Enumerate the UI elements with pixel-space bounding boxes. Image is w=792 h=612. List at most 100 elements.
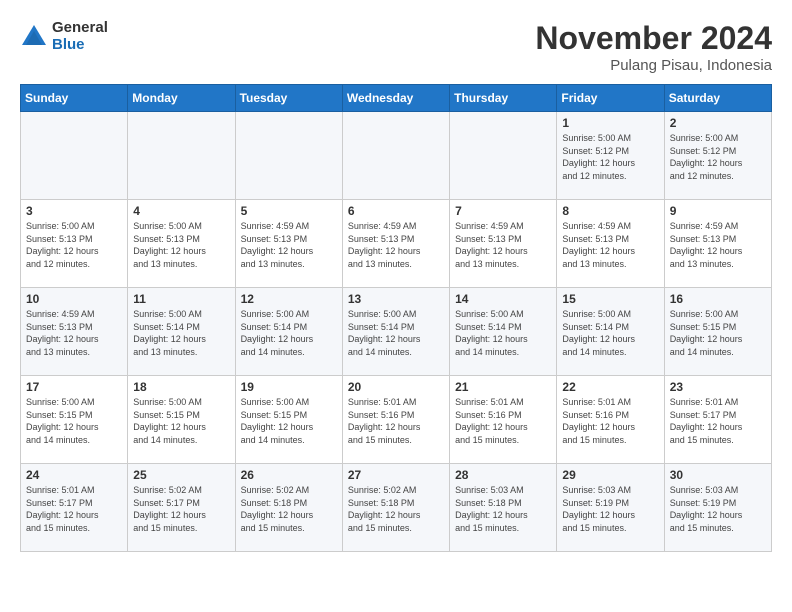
day-number: 11 bbox=[133, 292, 229, 306]
calendar-cell: 20Sunrise: 5:01 AM Sunset: 5:16 PM Dayli… bbox=[342, 376, 449, 464]
cell-content: Sunrise: 5:03 AM Sunset: 5:19 PM Dayligh… bbox=[670, 484, 766, 534]
day-number: 2 bbox=[670, 116, 766, 130]
location-label: Pulang Pisau, Indonesia bbox=[535, 57, 772, 74]
cell-content: Sunrise: 5:00 AM Sunset: 5:14 PM Dayligh… bbox=[348, 308, 444, 358]
cell-content: Sunrise: 5:00 AM Sunset: 5:15 PM Dayligh… bbox=[241, 396, 337, 446]
calendar-header: Sunday Monday Tuesday Wednesday Thursday… bbox=[21, 85, 772, 112]
calendar-cell: 17 Sunrise: 5:00 AM Sunset: 5:15 PM Dayli… bbox=[21, 376, 128, 464]
cell-content: Sunrise: 5:00 AM Sunset: 5:14 PM Dayligh… bbox=[241, 308, 337, 358]
col-monday: Monday bbox=[128, 85, 235, 112]
cell-content: Sunrise: 5:02 AM Sunset: 5:18 PM Dayligh… bbox=[241, 484, 337, 534]
cell-content: Sunrise: 5:03 AM Sunset: 5:19 PM Dayligh… bbox=[562, 484, 658, 534]
day-number: 12 bbox=[241, 292, 337, 306]
day-number: 16 bbox=[670, 292, 766, 306]
calendar-cell: 30Sunrise: 5:03 AM Sunset: 5:19 PM Dayli… bbox=[664, 464, 771, 552]
calendar-cell: 16 Sunrise: 5:00 AM Sunset: 5:15 PM Dayli… bbox=[664, 288, 771, 376]
calendar-cell bbox=[342, 112, 449, 200]
day-number: 8 bbox=[562, 204, 658, 218]
col-friday: Friday bbox=[557, 85, 664, 112]
day-number: 10 bbox=[26, 292, 122, 306]
cell-content: Sunrise: 4:59 AM Sunset: 5:13 PM Dayligh… bbox=[348, 220, 444, 270]
calendar-cell: 10Sunrise: 4:59 AM Sunset: 5:13 PM Dayli… bbox=[21, 288, 128, 376]
calendar-cell: 14 Sunrise: 5:00 AM Sunset: 5:14 PM Dayli… bbox=[450, 288, 557, 376]
cell-content: Sunrise: 5:00 AM Sunset: 5:14 PM Dayligh… bbox=[562, 308, 658, 358]
calendar-cell: 24 Sunrise: 5:01 AM Sunset: 5:17 PM Dayli… bbox=[21, 464, 128, 552]
day-number: 23 bbox=[670, 380, 766, 394]
day-number: 4 bbox=[133, 204, 229, 218]
cell-content: Sunrise: 5:01 AM Sunset: 5:17 PM Dayligh… bbox=[26, 484, 122, 534]
cell-content: Sunrise: 5:00 AM Sunset: 5:15 PM Dayligh… bbox=[133, 396, 229, 446]
calendar-cell: 28Sunrise: 5:03 AM Sunset: 5:18 PM Dayli… bbox=[450, 464, 557, 552]
col-wednesday: Wednesday bbox=[342, 85, 449, 112]
calendar-week-3: 10Sunrise: 4:59 AM Sunset: 5:13 PM Dayli… bbox=[21, 288, 772, 376]
cell-content: Sunrise: 5:01 AM Sunset: 5:16 PM Dayligh… bbox=[455, 396, 551, 446]
logo-blue-label: Blue bbox=[52, 37, 108, 54]
calendar-cell: 13 Sunrise: 5:00 AM Sunset: 5:14 PM Dayli… bbox=[342, 288, 449, 376]
calendar-cell: 22 Sunrise: 5:01 AM Sunset: 5:16 PM Dayli… bbox=[557, 376, 664, 464]
day-number: 21 bbox=[455, 380, 551, 394]
col-thursday: Thursday bbox=[450, 85, 557, 112]
logo-text: General Blue bbox=[52, 20, 108, 53]
day-number: 26 bbox=[241, 468, 337, 482]
cell-content: Sunrise: 5:00 AM Sunset: 5:14 PM Dayligh… bbox=[455, 308, 551, 358]
calendar-cell: 11 Sunrise: 5:00 AM Sunset: 5:14 PM Dayli… bbox=[128, 288, 235, 376]
calendar-cell: 6 Sunrise: 4:59 AM Sunset: 5:13 PM Daylig… bbox=[342, 200, 449, 288]
cell-content: Sunrise: 5:01 AM Sunset: 5:16 PM Dayligh… bbox=[562, 396, 658, 446]
calendar-cell bbox=[450, 112, 557, 200]
day-number: 22 bbox=[562, 380, 658, 394]
logo-general-label: General bbox=[52, 20, 108, 37]
day-number: 13 bbox=[348, 292, 444, 306]
cell-content: Sunrise: 5:02 AM Sunset: 5:17 PM Dayligh… bbox=[133, 484, 229, 534]
cell-content: Sunrise: 4:59 AM Sunset: 5:13 PM Dayligh… bbox=[455, 220, 551, 270]
cell-content: Sunrise: 5:00 AM Sunset: 5:15 PM Dayligh… bbox=[670, 308, 766, 358]
title-block: November 2024 Pulang Pisau, Indonesia bbox=[535, 20, 772, 74]
cell-content: Sunrise: 4:59 AM Sunset: 5:13 PM Dayligh… bbox=[241, 220, 337, 270]
cell-content: Sunrise: 5:00 AM Sunset: 5:15 PM Dayligh… bbox=[26, 396, 122, 446]
col-tuesday: Tuesday bbox=[235, 85, 342, 112]
cell-content: Sunrise: 5:00 AM Sunset: 5:14 PM Dayligh… bbox=[133, 308, 229, 358]
calendar-cell: 15 Sunrise: 5:00 AM Sunset: 5:14 PM Dayli… bbox=[557, 288, 664, 376]
calendar-cell: 8Sunrise: 4:59 AM Sunset: 5:13 PM Daylig… bbox=[557, 200, 664, 288]
calendar-cell: 27 Sunrise: 5:02 AM Sunset: 5:18 PM Dayli… bbox=[342, 464, 449, 552]
calendar-cell: 2 Sunrise: 5:00 AM Sunset: 5:12 PM Daylig… bbox=[664, 112, 771, 200]
cell-content: Sunrise: 5:03 AM Sunset: 5:18 PM Dayligh… bbox=[455, 484, 551, 534]
day-number: 24 bbox=[26, 468, 122, 482]
day-number: 5 bbox=[241, 204, 337, 218]
cell-content: Sunrise: 4:59 AM Sunset: 5:13 PM Dayligh… bbox=[670, 220, 766, 270]
calendar-cell: 5 Sunrise: 4:59 AM Sunset: 5:13 PM Daylig… bbox=[235, 200, 342, 288]
day-number: 1 bbox=[562, 116, 658, 130]
calendar-body: 1 Sunrise: 5:00 AM Sunset: 5:12 PM Daylig… bbox=[21, 112, 772, 552]
calendar-cell: 18 Sunrise: 5:00 AM Sunset: 5:15 PM Dayli… bbox=[128, 376, 235, 464]
cell-content: Sunrise: 5:02 AM Sunset: 5:18 PM Dayligh… bbox=[348, 484, 444, 534]
calendar-cell: 29 Sunrise: 5:03 AM Sunset: 5:19 PM Dayli… bbox=[557, 464, 664, 552]
calendar-cell: 12 Sunrise: 5:00 AM Sunset: 5:14 PM Dayli… bbox=[235, 288, 342, 376]
calendar-cell bbox=[21, 112, 128, 200]
cell-content: Sunrise: 5:00 AM Sunset: 5:12 PM Dayligh… bbox=[670, 132, 766, 182]
day-number: 18 bbox=[133, 380, 229, 394]
header-row: Sunday Monday Tuesday Wednesday Thursday… bbox=[21, 85, 772, 112]
calendar-cell: 7 Sunrise: 4:59 AM Sunset: 5:13 PM Daylig… bbox=[450, 200, 557, 288]
calendar-cell: 25Sunrise: 5:02 AM Sunset: 5:17 PM Dayli… bbox=[128, 464, 235, 552]
calendar-cell: 3Sunrise: 5:00 AM Sunset: 5:13 PM Daylig… bbox=[21, 200, 128, 288]
cell-content: Sunrise: 5:00 AM Sunset: 5:13 PM Dayligh… bbox=[26, 220, 122, 270]
day-number: 27 bbox=[348, 468, 444, 482]
day-number: 14 bbox=[455, 292, 551, 306]
calendar-cell: 9 Sunrise: 4:59 AM Sunset: 5:13 PM Daylig… bbox=[664, 200, 771, 288]
day-number: 6 bbox=[348, 204, 444, 218]
day-number: 15 bbox=[562, 292, 658, 306]
calendar-cell bbox=[235, 112, 342, 200]
calendar-cell: 26 Sunrise: 5:02 AM Sunset: 5:18 PM Dayli… bbox=[235, 464, 342, 552]
day-number: 17 bbox=[26, 380, 122, 394]
day-number: 7 bbox=[455, 204, 551, 218]
calendar-cell: 1 Sunrise: 5:00 AM Sunset: 5:12 PM Daylig… bbox=[557, 112, 664, 200]
calendar-table: Sunday Monday Tuesday Wednesday Thursday… bbox=[20, 84, 772, 552]
logo: General Blue bbox=[20, 20, 108, 53]
day-number: 29 bbox=[562, 468, 658, 482]
logo-icon bbox=[20, 23, 48, 51]
calendar-week-5: 24 Sunrise: 5:01 AM Sunset: 5:17 PM Dayli… bbox=[21, 464, 772, 552]
cell-content: Sunrise: 5:00 AM Sunset: 5:12 PM Dayligh… bbox=[562, 132, 658, 182]
day-number: 19 bbox=[241, 380, 337, 394]
calendar-week-2: 3Sunrise: 5:00 AM Sunset: 5:13 PM Daylig… bbox=[21, 200, 772, 288]
day-number: 9 bbox=[670, 204, 766, 218]
cell-content: Sunrise: 5:00 AM Sunset: 5:13 PM Dayligh… bbox=[133, 220, 229, 270]
